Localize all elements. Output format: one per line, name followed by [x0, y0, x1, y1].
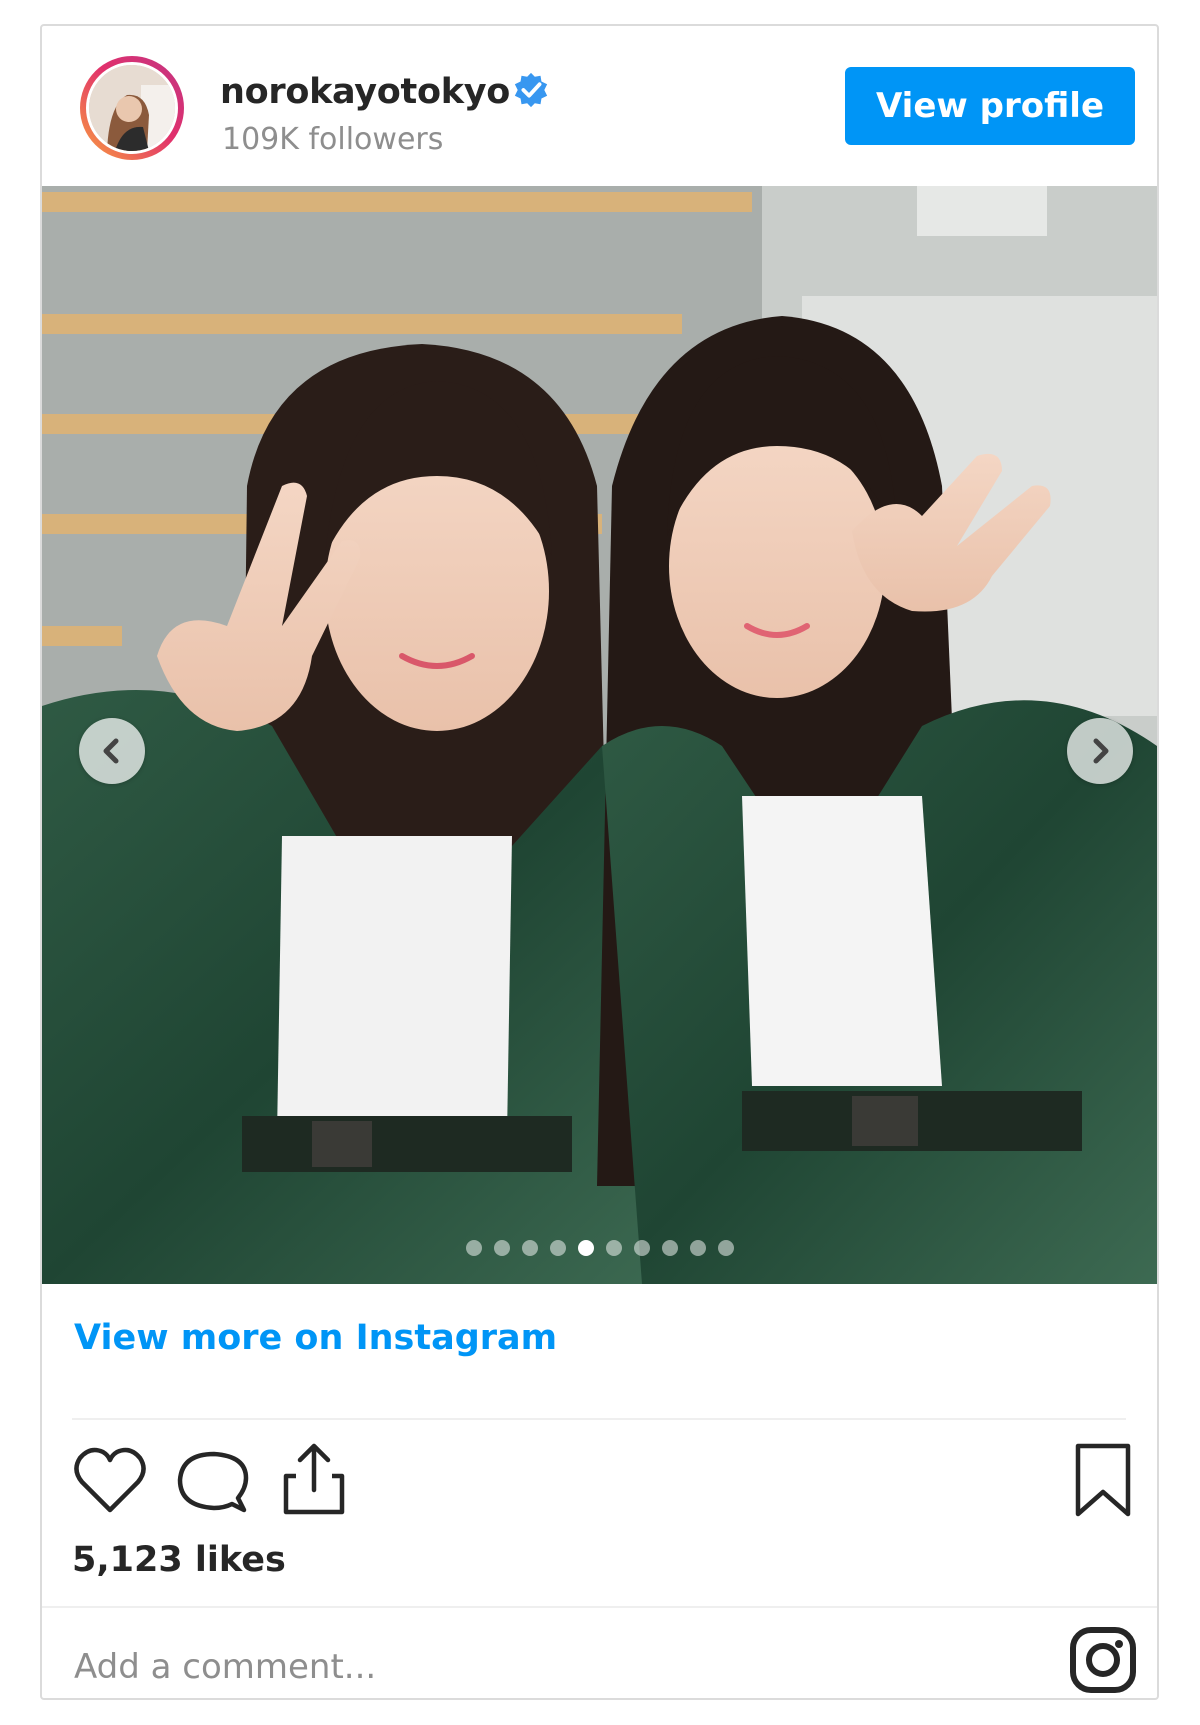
view-profile-button[interactable]: View profile	[845, 67, 1135, 145]
carousel-dot	[689, 1240, 706, 1256]
post-photo[interactable]	[42, 186, 1157, 1284]
post-image	[42, 186, 1157, 1284]
carousel-dot	[633, 1240, 650, 1256]
carousel-dot	[717, 1240, 734, 1256]
divider	[72, 1418, 1126, 1420]
post-header: norokayotokyo 109K followers View profil…	[42, 26, 1157, 186]
view-more-link[interactable]: View more on Instagram	[74, 1318, 557, 1358]
username[interactable]: norokayotokyo	[220, 72, 510, 112]
carousel-next-button[interactable]	[1067, 718, 1133, 784]
comment-input[interactable]	[72, 1638, 976, 1696]
carousel-dot	[521, 1240, 538, 1256]
carousel-dot	[605, 1240, 622, 1256]
instagram-logo-icon[interactable]	[1067, 1624, 1139, 1696]
carousel-dot-active	[577, 1240, 594, 1256]
follower-count: 109K followers	[222, 122, 444, 157]
carousel-dot	[493, 1240, 510, 1256]
carousel-prev-button[interactable]	[79, 718, 145, 784]
carousel-dot	[661, 1240, 678, 1256]
avatar-image	[86, 62, 178, 154]
divider	[42, 1606, 1157, 1608]
share-icon[interactable]	[274, 1436, 354, 1520]
chevron-right-icon	[1093, 738, 1109, 764]
carousel-dot	[465, 1240, 482, 1256]
bookmark-icon[interactable]	[1070, 1440, 1136, 1520]
carousel-dot	[549, 1240, 566, 1256]
instagram-embed-card: norokayotokyo 109K followers View profil…	[40, 24, 1159, 1700]
avatar[interactable]	[80, 56, 184, 160]
heart-icon[interactable]	[70, 1440, 150, 1520]
carousel-indicators	[42, 1240, 1157, 1256]
verified-badge-icon	[514, 72, 548, 108]
like-count: 5,123 likes	[72, 1540, 286, 1580]
comment-icon[interactable]	[172, 1440, 252, 1520]
chevron-left-icon	[103, 738, 119, 764]
